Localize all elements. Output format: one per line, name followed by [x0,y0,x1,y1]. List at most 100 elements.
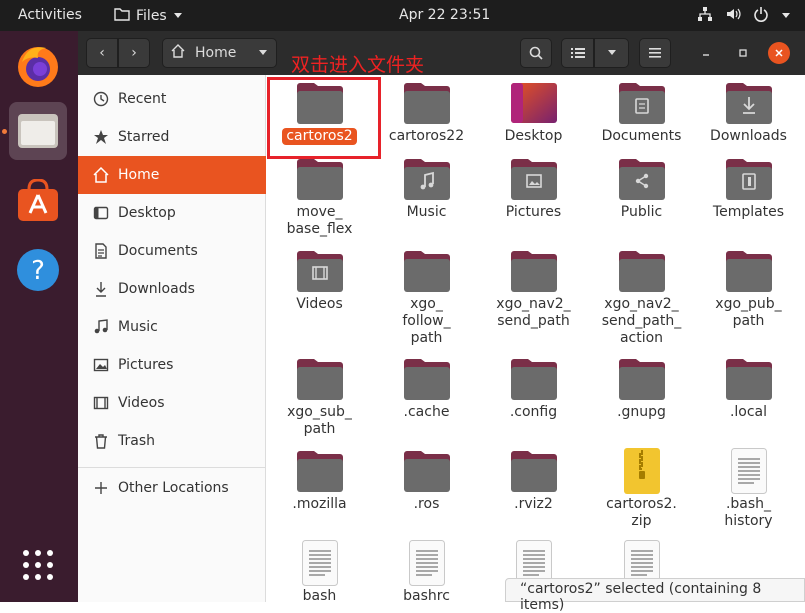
text-file-icon [403,540,451,586]
file-item[interactable]: .gnupg [588,357,695,421]
file-item-label: .gnupg [617,404,666,420]
file-item[interactable]: Music [373,157,480,221]
file-item-label: Documents [601,128,682,144]
sidebar-divider [78,467,266,468]
file-item[interactable]: Videos [266,249,373,313]
chevron-right-icon: › [131,45,137,61]
file-item[interactable]: xgo_ follow_ path [373,249,480,347]
folder-icon [618,249,666,293]
file-item[interactable]: .mozilla [266,449,373,513]
file-item[interactable]: .cache [373,357,480,421]
dock-files[interactable] [9,102,67,160]
files-icon [18,114,58,148]
zip-archive-icon [618,448,666,494]
sidebar-item-desktop[interactable]: Desktop [78,194,266,232]
file-item[interactable]: Pictures [480,157,587,221]
sidebar-item-home[interactable]: Home [78,156,266,194]
file-item[interactable]: xgo_nav2_ send_path [480,249,587,330]
file-item[interactable]: bashrc [373,540,480,602]
file-item[interactable]: move_ base_flex [266,157,373,238]
file-item-label: Desktop [504,128,563,144]
search-button[interactable] [520,38,552,68]
folder-icon [296,357,344,401]
music-icon [92,318,110,336]
file-item[interactable]: Public [588,157,695,221]
sidebar-item-pictures[interactable]: Pictures [78,346,266,384]
file-item-label: xgo_nav2_ send_path [496,296,571,329]
file-item-label: .ros [413,496,440,512]
file-item-label: xgo_sub_ path [287,404,352,437]
top-bar: Activities Files Apr 22 23:51 [0,0,805,31]
forward-button[interactable]: › [118,38,150,68]
clock[interactable]: Apr 22 23:51 [399,7,490,23]
folder-icon [403,357,451,401]
location-menu-button[interactable] [248,38,278,68]
chevron-down-icon [173,8,183,24]
minimize-button[interactable] [693,40,719,66]
folder-icon [296,157,344,201]
file-item[interactable]: Desktop [480,81,587,145]
document-icon [92,242,110,260]
file-item-label: Downloads [710,128,787,144]
sidebar-item-trash[interactable]: Trash [78,422,266,460]
sidebar-item-recent[interactable]: Recent [78,80,266,118]
file-item-label: .rviz2 [514,496,553,512]
file-item[interactable]: Downloads [695,81,802,145]
folder-icon [296,449,344,493]
desktop-icon [92,204,110,222]
volume-icon [725,6,741,26]
sidebar: Recent Starred Home Desktop Documents Do… [78,75,266,602]
sidebar-item-downloads[interactable]: Downloads [78,270,266,308]
hamburger-icon [649,48,661,58]
close-button[interactable] [768,42,790,64]
file-item[interactable]: .config [480,357,587,421]
sidebar-item-music[interactable]: Music [78,308,266,346]
sidebar-item-documents[interactable]: Documents [78,232,266,270]
file-item-label: .bash_ history [724,496,773,529]
trash-icon [92,432,110,450]
sidebar-item-videos[interactable]: Videos [78,384,266,422]
menu-button[interactable] [639,38,671,68]
chevron-down-icon [781,8,791,24]
picture-icon [92,356,110,374]
file-item-label: .mozilla [292,496,347,512]
dock-firefox[interactable] [9,37,67,95]
file-item[interactable]: cartoros2. zip [588,448,695,530]
file-item[interactable]: .bash_ history [695,448,802,530]
view-list-button[interactable] [561,38,594,68]
back-button[interactable]: ‹ [86,38,118,68]
file-item[interactable]: xgo_nav2_ send_path_ action [588,249,695,347]
sidebar-item-label: Other Locations [118,480,229,496]
view-options-button[interactable] [594,38,629,68]
text-file-icon [725,448,773,494]
file-item-label: xgo_ follow_ path [402,296,451,346]
sidebar-item-label: Starred [118,129,170,145]
sidebar-item-other-locations[interactable]: Other Locations [78,469,266,507]
file-item[interactable]: .rviz2 [480,449,587,513]
file-item-label: xgo_pub_ path [715,296,782,329]
folder-icon [403,81,451,125]
file-item[interactable]: cartoros22 [373,81,480,145]
file-item[interactable]: xgo_sub_ path [266,357,373,438]
plus-icon [92,479,110,497]
file-item[interactable]: Documents [588,81,695,145]
folder-icon [510,357,558,401]
maximize-button[interactable] [730,40,756,66]
file-item[interactable]: Templates [695,157,802,221]
folder-icon [618,357,666,401]
dock-help[interactable]: ? [9,241,67,299]
file-item[interactable]: .ros [373,449,480,513]
file-item[interactable]: .local [695,357,802,421]
sidebar-item-label: Trash [118,433,155,449]
sidebar-item-starred[interactable]: Starred [78,118,266,156]
file-item[interactable]: xgo_pub_ path [695,249,802,330]
svg-text:?: ? [31,256,45,286]
show-applications-button[interactable] [9,536,67,594]
home-icon [92,166,110,184]
file-item[interactable]: bash [266,540,373,602]
activities-button[interactable]: Activities [18,7,82,23]
dock-ubuntu-software[interactable] [9,172,67,230]
app-menu[interactable]: Files [114,7,183,25]
system-tray[interactable] [697,6,791,26]
annotation-highlight-box [267,77,381,159]
